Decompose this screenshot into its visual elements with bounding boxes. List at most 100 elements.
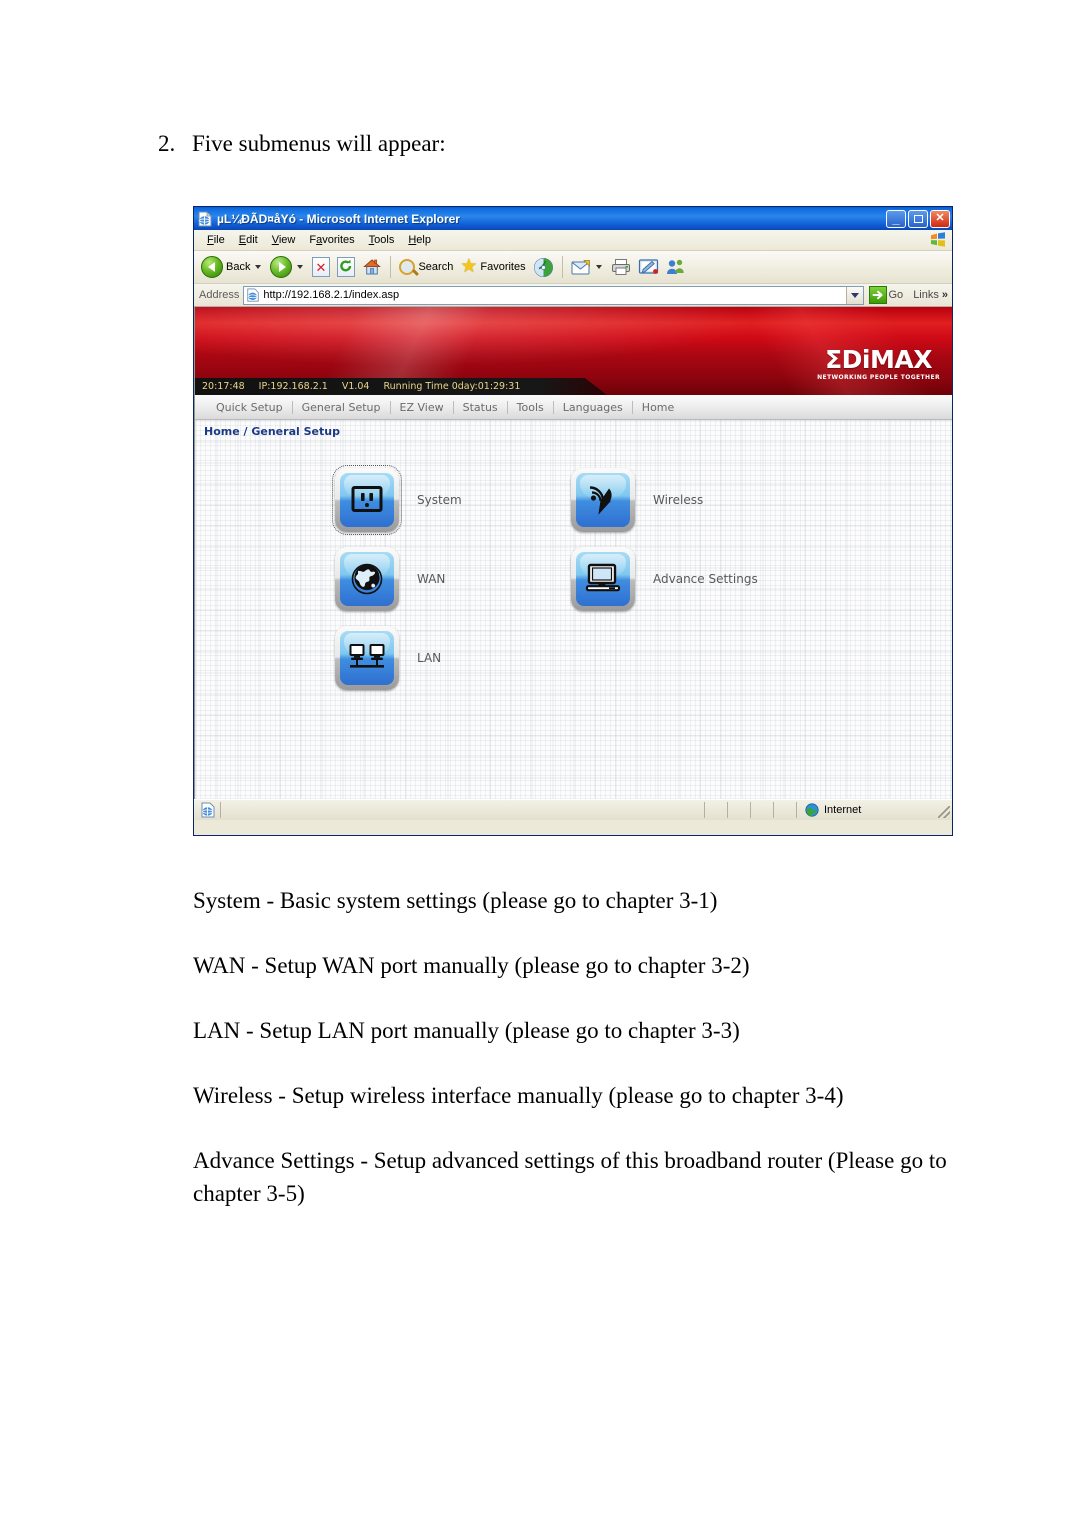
refresh-button[interactable] [334, 254, 358, 280]
page-viewport: ΣDiMAX NETWORKING PEOPLE TOGETHER 20:17:… [194, 307, 952, 799]
menu-item-view[interactable]: View [265, 233, 303, 247]
star-icon: ★ [460, 256, 478, 277]
stop-button[interactable]: ✕ [309, 254, 333, 280]
messenger-icon [666, 259, 684, 274]
security-zone[interactable]: Internet [796, 802, 936, 818]
step-heading: 2. Five submenus will appear: [158, 131, 446, 157]
logo-wordmark: ΣDiMAX [817, 347, 940, 373]
browser-toolbar: Back ✕ Search ★ Favorites [194, 251, 952, 284]
window-controls: _ ✕ [886, 209, 950, 228]
go-button-label: Go [888, 289, 904, 301]
search-icon [399, 259, 416, 275]
resize-grip-icon[interactable] [938, 806, 950, 818]
status-running-time: Running Time 0day:01:29:31 [383, 381, 521, 392]
globe-icon [805, 803, 819, 817]
power-outlet-icon [340, 473, 394, 527]
address-input[interactable]: http://192.168.2.1/index.asp [243, 285, 864, 305]
address-bar: Address http://192.168.2.1/index.asp Go … [194, 284, 952, 307]
advance-settings-button[interactable] [571, 547, 635, 611]
chevron-double-right-icon[interactable]: » [942, 289, 948, 301]
submenu-item-wireless[interactable]: Wireless [571, 468, 758, 532]
lan-button[interactable] [335, 626, 399, 690]
favorites-button[interactable]: ★ Favorites [457, 254, 528, 280]
mail-button[interactable] [568, 254, 607, 280]
wan-button[interactable] [335, 547, 399, 611]
window-title: µL¼ÐÃD¤åYó - Microsoft Internet Explorer [217, 211, 460, 226]
step-text: Five submenus will appear: [192, 131, 446, 156]
toolbar-divider [390, 256, 392, 278]
home-icon [363, 259, 382, 275]
system-button[interactable] [332, 465, 402, 535]
address-bar-label: Address [199, 289, 240, 301]
step-number: 2. [158, 131, 176, 156]
search-button[interactable]: Search [396, 254, 456, 280]
status-segment [727, 802, 750, 818]
messenger-button[interactable] [663, 254, 689, 280]
nav-item-home[interactable]: Home [633, 401, 683, 414]
paragraph-advance-settings: Advance Settings - Setup advanced settin… [193, 1148, 947, 1206]
logo-name: DiMAX [841, 345, 933, 374]
paragraph-wireless: Wireless - Setup wireless interface manu… [193, 1083, 844, 1108]
paragraph-system: System - Basic system settings (please g… [193, 888, 718, 913]
submenu-item-wan[interactable]: WAN [335, 547, 462, 611]
submenu-label-system: System [417, 493, 462, 507]
go-button[interactable]: Go [868, 286, 904, 304]
status-message-area [220, 802, 704, 818]
forward-button[interactable] [267, 254, 308, 280]
nav-item-tools[interactable]: Tools [508, 401, 553, 414]
history-button[interactable] [530, 254, 557, 280]
submenu-item-advance-settings[interactable]: Advance Settings [571, 547, 758, 611]
nav-item-general-setup[interactable]: General Setup [293, 401, 390, 414]
address-dropdown-button[interactable] [845, 286, 863, 304]
chevron-down-icon[interactable] [255, 265, 262, 269]
menu-item-file[interactable]: File [200, 233, 232, 247]
nav-item-quick-setup[interactable]: Quick Setup [207, 401, 292, 414]
satellite-dish-icon [576, 473, 630, 527]
submenu-item-lan[interactable]: LAN [335, 626, 462, 690]
submenu-column-left: System WAN LAN [332, 465, 462, 705]
chevron-down-icon[interactable] [595, 265, 602, 269]
breadcrumb: Home / General Setup [204, 425, 340, 438]
edimax-logo: ΣDiMAX NETWORKING PEOPLE TOGETHER [817, 347, 940, 382]
close-icon[interactable]: ✕ [930, 209, 950, 228]
paragraph-wan: WAN - Setup WAN port manually (please go… [193, 953, 750, 978]
stop-icon: ✕ [312, 257, 331, 277]
chevron-down-icon [850, 292, 859, 298]
router-nav-bar: Quick Setup General Setup EZ View Status… [195, 395, 952, 420]
links-button[interactable]: Links [913, 289, 939, 301]
router-content-area: Home / General Setup System WAN LAN Wire… [195, 420, 952, 799]
back-button-label: Back [226, 261, 251, 273]
edit-button[interactable] [635, 254, 662, 280]
submenu-label-advance-settings: Advance Settings [653, 572, 758, 586]
paragraph-lan: LAN - Setup LAN port manually (please go… [193, 1018, 740, 1043]
menu-item-help[interactable]: Help [401, 233, 438, 247]
back-button[interactable]: Back [198, 254, 266, 280]
print-button[interactable] [608, 254, 634, 280]
internet-explorer-window: µL¼ÐÃD¤åYó - Microsoft Internet Explorer… [193, 206, 953, 836]
refresh-icon [337, 257, 356, 277]
nav-item-languages[interactable]: Languages [554, 401, 632, 414]
forward-arrow-icon [270, 256, 293, 278]
nav-item-ez-view[interactable]: EZ View [391, 401, 453, 414]
ie-page-icon [247, 288, 260, 302]
menu-item-favorites[interactable]: Favorites [302, 233, 361, 247]
logo-tagline: NETWORKING PEOPLE TOGETHER [817, 374, 940, 381]
maximize-icon[interactable] [908, 209, 928, 228]
home-button[interactable] [359, 254, 385, 280]
computer-monitor-icon [576, 552, 630, 606]
search-button-label: Search [418, 261, 454, 273]
wireless-button[interactable] [571, 468, 635, 532]
address-url-text: http://192.168.2.1/index.asp [263, 289, 400, 301]
submenu-item-system[interactable]: System [332, 465, 462, 535]
status-ip: IP:192.168.2.1 [258, 381, 328, 392]
chevron-down-icon[interactable] [297, 265, 304, 269]
minimize-icon[interactable]: _ [886, 209, 906, 228]
svg-text:✕: ✕ [316, 261, 327, 276]
ie-page-icon [197, 210, 213, 227]
status-segment [750, 802, 773, 818]
window-title-bar: µL¼ÐÃD¤åYó - Microsoft Internet Explorer… [194, 207, 952, 230]
menu-item-tools[interactable]: Tools [362, 233, 402, 247]
submenu-column-right: Wireless Advance Settings [571, 468, 758, 626]
menu-item-edit[interactable]: Edit [232, 233, 265, 247]
nav-item-status[interactable]: Status [454, 401, 507, 414]
